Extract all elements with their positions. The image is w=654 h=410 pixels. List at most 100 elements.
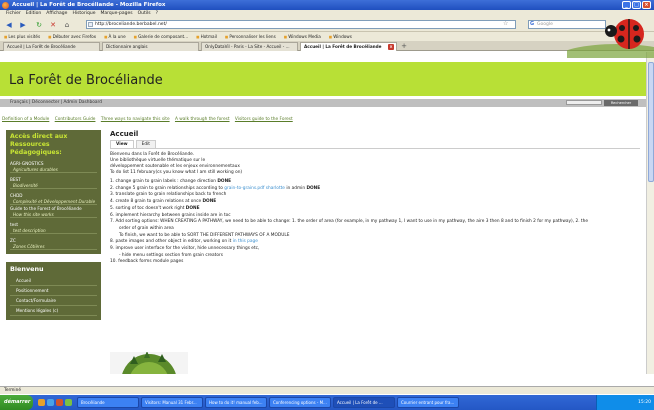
site-search-input[interactable] <box>566 100 602 105</box>
page-title: Accueil <box>110 130 139 138</box>
scrollbar-thumb[interactable] <box>648 62 654 182</box>
tab-close-icon[interactable]: × <box>388 44 394 50</box>
site-search-button[interactable]: Rechercher <box>604 100 638 106</box>
url-text: http://broceliande.berbabel.net/ <box>95 22 167 27</box>
menu-outils[interactable]: Outils <box>138 11 151 17</box>
close-button[interactable]: × <box>642 1 651 9</box>
start-button[interactable]: démarrer <box>0 395 33 410</box>
link-definition-module[interactable]: Definition of a Module <box>2 117 49 122</box>
todo-number: 7. <box>110 219 115 225</box>
browser-tab[interactable]: OnlyDataVil - Paris - La Site - Accueil … <box>201 42 298 51</box>
todo-number: 10. <box>110 259 117 265</box>
todo-number: 2. <box>110 185 115 191</box>
todo-item: - hide menu settings section from grain … <box>110 253 640 260</box>
search-placeholder: Google <box>537 22 553 27</box>
bookmark-item[interactable]: Débuter avec Firefox <box>48 34 97 39</box>
menu-link-accueil[interactable]: Accueil <box>10 276 97 286</box>
site-favicon <box>88 22 93 27</box>
tab-label: OnlyDataVil - Paris - La Site - Accueil … <box>205 44 290 49</box>
welcome-menu-title: Bienvenu <box>10 265 44 273</box>
todo-item: order of grain within area <box>110 226 640 233</box>
todo-text: in admin <box>284 185 307 191</box>
status-text: Terminé <box>4 388 21 393</box>
taskbar-button[interactable]: How to do it! manual feb... <box>205 397 267 408</box>
intro-line: To do list 11 february(cs you know what … <box>110 170 243 175</box>
taskbar-button-active[interactable]: Accueil | La Forêt de ... <box>333 397 395 408</box>
planet-image <box>110 352 188 374</box>
resource-link[interactable]: Zones Côtières <box>10 243 97 250</box>
menu-edition[interactable]: Edition <box>26 11 42 17</box>
link-three-ways[interactable]: Three ways to navigate this site <box>101 117 170 122</box>
search-input[interactable]: G Google <box>528 20 606 29</box>
todo-link[interactable]: grain-to-grains.pdf sharlotte <box>224 186 285 191</box>
menu-link-contact[interactable]: Contact/Formulaire <box>10 296 97 306</box>
menu-help[interactable]: ? <box>156 11 158 17</box>
page-scrollbar[interactable] <box>646 52 654 374</box>
clock[interactable]: 15:20 <box>638 400 651 405</box>
todo-number: 4. <box>110 199 115 205</box>
todo-done: DONE <box>185 205 200 211</box>
resource-link[interactable]: How this site works <box>10 211 97 218</box>
todo-done: DONE <box>202 199 217 205</box>
forward-icon[interactable]: ▶ <box>18 20 28 30</box>
site-title[interactable]: La Forêt de Brocéliande <box>9 73 163 88</box>
bookmark-item[interactable]: À la une <box>104 34 126 39</box>
menu-fichier[interactable]: Fichier <box>6 11 21 17</box>
browser-tab-active[interactable]: Accueil | La Forêt de Brocéliande × <box>300 42 397 51</box>
bookmark-item[interactable]: Windows Media <box>284 34 321 39</box>
bookmark-item[interactable]: Les plus visités <box>4 34 40 39</box>
maximize-button[interactable]: □ <box>632 1 641 9</box>
todo-item: 9. improve user interface for the visito… <box>110 246 640 253</box>
bookmark-star-icon[interactable]: ☆ <box>503 20 508 27</box>
taskbar-button[interactable]: Visitors: Manual 31 Febr... <box>141 397 203 408</box>
bookmark-item[interactable]: Personnaliser les liens <box>225 34 275 39</box>
status-bar: Terminé <box>0 386 654 394</box>
browser-tab[interactable]: Accueil | La Forêt de Brocéliande <box>3 42 100 51</box>
todo-text: Add sorting options: WHEN CREATING A PAT… <box>115 219 588 225</box>
url-bar[interactable]: http://broceliande.berbabel.net/ <box>86 20 516 29</box>
new-tab-button[interactable]: + <box>399 42 409 51</box>
todo-number: 1. <box>110 179 115 184</box>
quicklaunch-icon[interactable] <box>65 399 72 406</box>
bookmark-item[interactable]: Galerie de composant... <box>134 34 188 39</box>
link-walk-forest[interactable]: A walk through the forest <box>175 117 230 122</box>
bookmark-item[interactable]: Windows <box>329 34 352 39</box>
quicklaunch-icon[interactable] <box>38 399 45 406</box>
bookmark-item[interactable]: Hotmail <box>196 34 217 39</box>
menu-marque-pages[interactable]: Marque-pages <box>101 11 133 17</box>
taskbar-button[interactable]: Conferencing options - M... <box>269 397 331 408</box>
menu-link-positionnement[interactable]: Positionnement <box>10 286 97 296</box>
browser-tab[interactable]: Dictionnaire anglais <box>102 42 199 51</box>
user-subnav[interactable]: Français | Déconnecter | Admin Dashboard <box>0 99 646 107</box>
minimize-button[interactable]: _ <box>622 1 631 9</box>
todo-number: 9. <box>110 246 115 252</box>
tab-view[interactable]: View <box>110 140 134 148</box>
resource-link[interactable]: Biodiversité <box>10 182 97 189</box>
todo-number: 6. <box>110 212 115 218</box>
link-visitors-guide[interactable]: Visitors guide to the Forest <box>235 117 293 122</box>
menu-historique[interactable]: Historique <box>72 11 95 17</box>
sidebar: Accès direct aux Ressources Pédagogiques… <box>6 130 101 320</box>
taskbar-button[interactable]: Brocéliande <box>77 397 139 408</box>
firefox-icon[interactable] <box>56 399 63 406</box>
resource-link[interactable]: Agricultures durables <box>10 166 97 173</box>
resource-link[interactable]: Complexité et Développement Durable <box>10 198 97 205</box>
window-titlebar: Accueil | La Forêt de Brocéliande - Mozi… <box>0 0 654 10</box>
reload-icon[interactable]: ↻ <box>34 20 44 30</box>
todo-item: 10. feedback forms module pages <box>110 259 640 266</box>
back-icon[interactable]: ◀ <box>4 20 14 30</box>
tab-edit[interactable]: Edit <box>135 140 156 148</box>
resource-link[interactable]: test description <box>10 227 97 234</box>
menu-link-mentions[interactable]: Mentions légales (c) <box>10 306 97 316</box>
site-header: La Forêt de Brocéliande <box>0 62 646 96</box>
stop-icon[interactable]: ✕ <box>48 20 58 30</box>
quicklaunch-icon[interactable] <box>47 399 54 406</box>
taskbar-button[interactable]: Courrier entrant pour fra... <box>397 397 459 408</box>
home-icon[interactable]: ⌂ <box>62 20 72 30</box>
system-tray: 15:20 <box>596 395 654 410</box>
menu-affichage[interactable]: Affichage <box>46 11 67 17</box>
window-controls: _ □ × <box>622 1 651 9</box>
todo-text: change 5 grain to grain relationships ac… <box>115 185 225 191</box>
link-contributors-guide[interactable]: Contributors Guide <box>55 117 96 122</box>
todo-link[interactable]: in this page <box>233 239 258 244</box>
